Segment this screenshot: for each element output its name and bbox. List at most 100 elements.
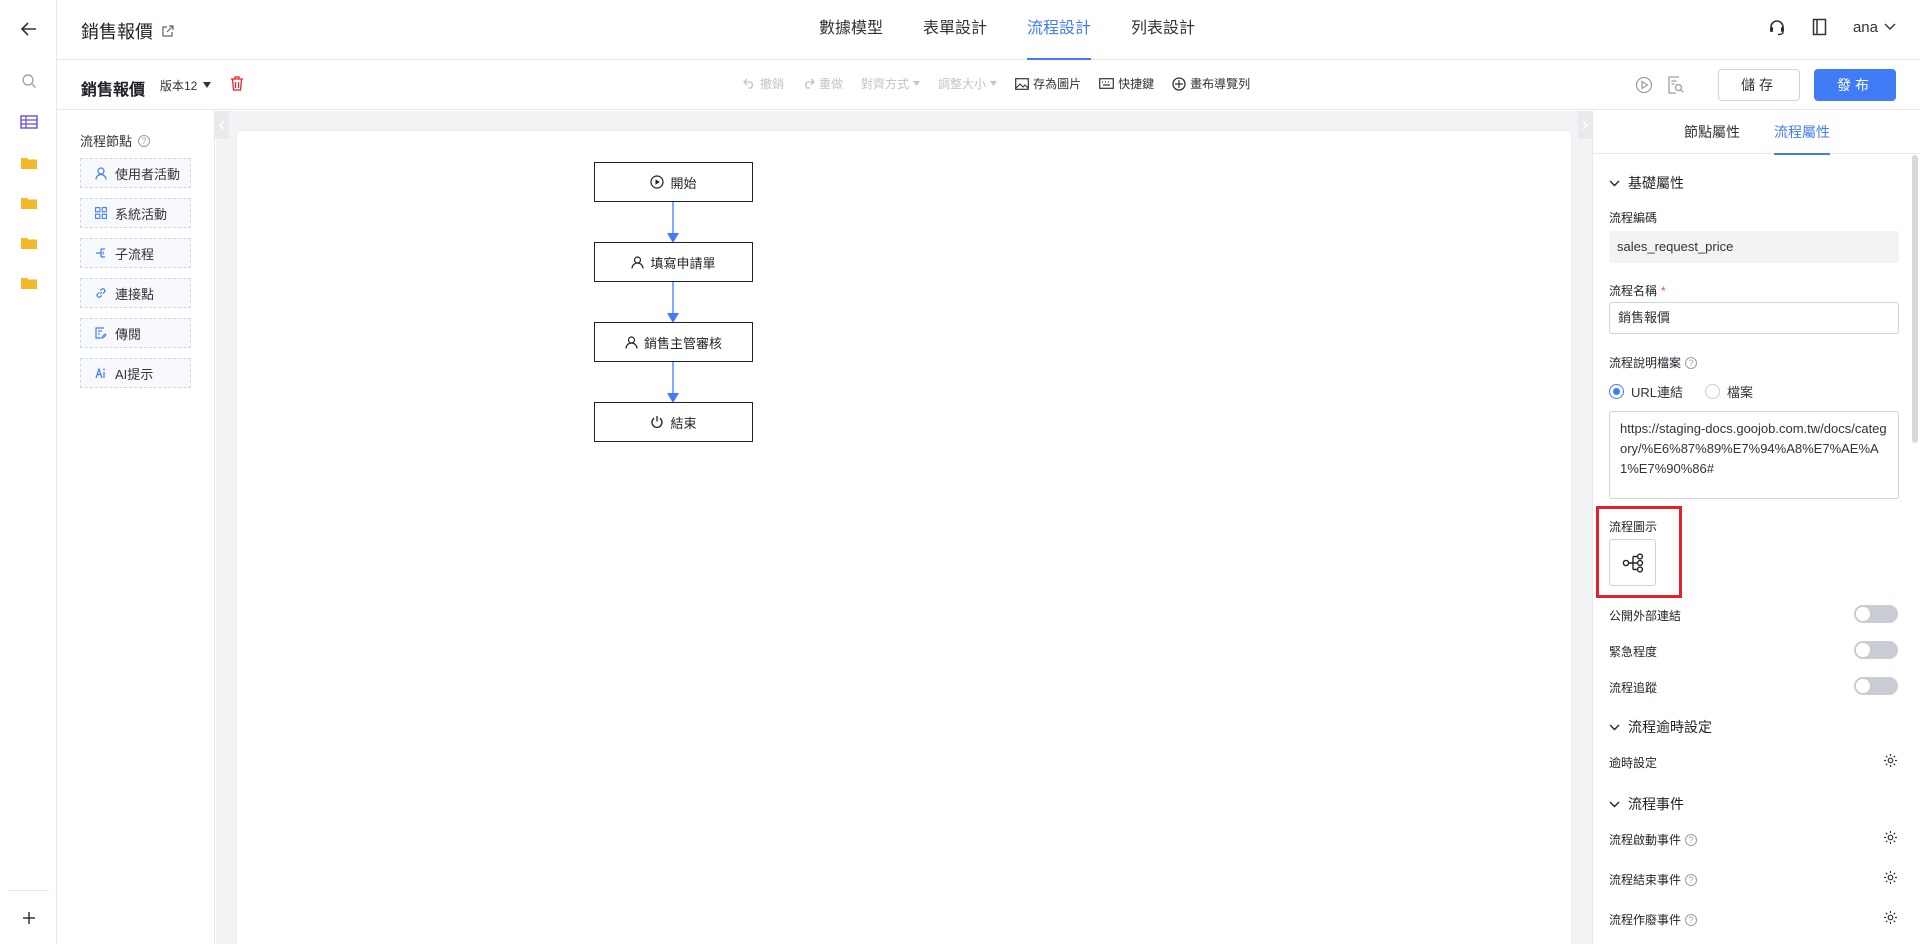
help-icon[interactable]: ? — [138, 134, 151, 147]
help-icon[interactable]: ? — [1685, 913, 1698, 926]
node-system-activity[interactable]: 系統活動 — [80, 198, 191, 228]
app-title-text: 銷售報價 — [81, 22, 153, 42]
radio-file-label: 檔案 — [1727, 385, 1754, 400]
play-circle-icon — [650, 175, 665, 189]
user-menu[interactable]: ana — [1853, 19, 1896, 36]
node-label: 連接點 — [115, 286, 155, 302]
radio-file[interactable]: 檔案 — [1705, 382, 1753, 401]
void-event-label-text: 流程作廢事件 — [1609, 913, 1682, 927]
node-ai-prompt[interactable]: AI提示 — [80, 358, 191, 388]
section-events[interactable]: 流程事件 — [1609, 794, 1684, 814]
folder-icon[interactable] — [0, 270, 57, 294]
flow-node-start[interactable]: 開始 — [594, 162, 753, 202]
collapse-left-panel-handle[interactable] — [215, 111, 229, 139]
compass-icon — [1172, 76, 1186, 91]
urgency-toggle[interactable] — [1854, 641, 1898, 659]
flow-connectors — [667, 201, 679, 403]
section-timeout[interactable]: 流程逾時設定 — [1609, 717, 1712, 737]
gear-icon[interactable] — [1883, 830, 1898, 845]
tracking-label: 流程追蹤 — [1609, 681, 1658, 695]
properties-scrollbar[interactable] — [1912, 155, 1918, 443]
gear-icon[interactable] — [1883, 870, 1898, 885]
flow-canvas[interactable]: 開始 填寫申請單 銷售主管審核 結束 — [236, 130, 1572, 944]
chevron-down-icon — [1609, 801, 1620, 807]
radio-checked-icon — [1609, 384, 1624, 399]
tracking-toggle[interactable] — [1854, 677, 1898, 695]
help-icon[interactable]: ? — [1685, 873, 1698, 886]
section-basic-properties[interactable]: 基礎屬性 — [1609, 173, 1684, 193]
node-connection-point[interactable]: 連接點 — [80, 278, 191, 308]
subflow-icon — [96, 248, 105, 258]
folder-icon[interactable] — [0, 190, 57, 214]
version-select[interactable]: 版本12 — [154, 74, 217, 96]
redo-button[interactable]: 重做 — [802, 75, 843, 92]
public-link-toggle[interactable] — [1854, 605, 1898, 623]
help-icon[interactable]: ? — [1685, 356, 1698, 369]
tab-node-properties[interactable]: 節點屬性 — [1684, 111, 1740, 154]
publish-button[interactable]: 發布 — [1814, 69, 1896, 101]
doc-url-textarea[interactable]: https://staging-docs.goojob.com.tw/docs/… — [1609, 411, 1899, 499]
canvas-nav-button[interactable]: 畫布導覽列 — [1172, 75, 1250, 92]
start-event-label: 流程啟動事件 ? — [1609, 831, 1698, 848]
plus-icon[interactable] — [0, 906, 57, 930]
folder-icon[interactable] — [0, 230, 57, 254]
section-title: 流程事件 — [1628, 796, 1684, 812]
chevron-down-icon — [1884, 23, 1896, 30]
folder-icon[interactable] — [0, 150, 57, 174]
tab-form-design[interactable]: 表單設計 — [903, 0, 1007, 60]
shortcuts-button[interactable]: 快捷鍵 — [1099, 75, 1154, 92]
flow-node-fill-form[interactable]: 填寫申請單 — [594, 242, 753, 282]
flow-tree-icon — [1622, 552, 1643, 573]
flow-node-end[interactable]: 結束 — [594, 402, 753, 442]
save-button[interactable]: 儲存 — [1718, 69, 1800, 101]
undo-icon — [743, 78, 753, 89]
flow-node-label: 填寫申請單 — [650, 255, 716, 271]
tab-flow-properties[interactable]: 流程屬性 — [1774, 111, 1830, 155]
start-event-label-text: 流程啟動事件 — [1609, 833, 1682, 847]
grid-icon — [95, 207, 107, 219]
resize-dropdown[interactable]: 調整大小 — [938, 75, 998, 92]
radio-url[interactable]: URL連結 — [1609, 382, 1683, 401]
flow-name-input[interactable]: 銷售報價 — [1609, 302, 1899, 334]
undo-label: 撤銷 — [760, 77, 785, 91]
save-image-label: 存為圖片 — [1033, 77, 1082, 91]
flow-node-label: 結束 — [670, 415, 697, 431]
node-circulate[interactable]: 傳閱 — [80, 318, 191, 348]
run-icon[interactable] — [1635, 76, 1653, 94]
tab-data-model[interactable]: 數據模型 — [799, 0, 903, 60]
canvas-nav-label: 畫布導覽列 — [1190, 77, 1251, 91]
tab-flow-design[interactable]: 流程設計 — [1007, 0, 1111, 60]
book-icon[interactable] — [1812, 18, 1827, 36]
link-icon — [96, 288, 106, 298]
end-event-label-text: 流程結束事件 — [1609, 873, 1682, 887]
chevron-down-icon — [1609, 180, 1620, 186]
node-label: 傳閱 — [115, 326, 142, 342]
collapse-right-panel-handle[interactable] — [1578, 111, 1592, 139]
flow-node-manager-review[interactable]: 銷售主管審核 — [594, 322, 753, 362]
shortcuts-label: 快捷鍵 — [1118, 77, 1155, 91]
save-image-button[interactable]: 存為圖片 — [1015, 75, 1081, 92]
section-title: 流程逾時設定 — [1628, 719, 1712, 735]
node-subflow[interactable]: 子流程 — [80, 238, 191, 268]
table-icon[interactable] — [0, 110, 57, 134]
align-label: 對齊方式 — [861, 77, 910, 91]
node-label: 系統活動 — [115, 206, 168, 222]
rail-divider — [8, 890, 49, 891]
delete-version-button[interactable] — [230, 76, 244, 94]
version-label: 版本12 — [160, 78, 198, 93]
undo-button[interactable]: 撤銷 — [743, 75, 784, 92]
tab-list-design[interactable]: 列表設計 — [1111, 0, 1215, 60]
flow-icon-picker[interactable] — [1609, 539, 1656, 586]
radio-unchecked-icon — [1705, 384, 1721, 399]
user-name: ana — [1852, 18, 1878, 36]
gear-icon[interactable] — [1883, 753, 1898, 768]
headset-icon[interactable] — [1768, 18, 1786, 36]
gear-icon[interactable] — [1883, 910, 1898, 925]
inspect-doc-icon[interactable] — [1667, 76, 1684, 94]
help-icon[interactable]: ? — [1685, 833, 1698, 846]
external-link-icon[interactable] — [161, 25, 174, 38]
align-dropdown[interactable]: 對齊方式 — [861, 75, 921, 92]
back-arrow-icon[interactable] — [0, 17, 57, 41]
search-icon[interactable] — [0, 69, 57, 93]
node-user-activity[interactable]: 使用者活動 — [80, 158, 191, 188]
